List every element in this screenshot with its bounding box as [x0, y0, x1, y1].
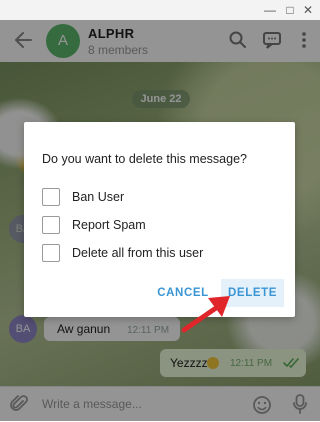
- checkbox-box[interactable]: [42, 216, 60, 234]
- delete-message-dialog: Do you want to delete this message? Ban …: [24, 122, 295, 317]
- annotation-arrow-icon: [181, 296, 230, 333]
- ban-user-checkbox[interactable]: Ban User: [42, 188, 282, 206]
- maximize-icon[interactable]: □: [282, 2, 298, 18]
- minimize-icon[interactable]: —: [262, 2, 278, 18]
- checkbox-label: Ban User: [72, 190, 125, 204]
- report-spam-checkbox[interactable]: Report Spam: [42, 216, 282, 234]
- checkbox-box[interactable]: [42, 188, 60, 206]
- dialog-title: Do you want to delete this message?: [42, 152, 247, 166]
- window-titlebar: — □ ✕: [0, 0, 320, 21]
- checkbox-box[interactable]: [42, 244, 60, 262]
- checkbox-label: Delete all from this user: [72, 246, 204, 260]
- delete-all-checkbox[interactable]: Delete all from this user: [42, 244, 282, 262]
- checkbox-label: Report Spam: [72, 218, 146, 232]
- close-icon[interactable]: ✕: [300, 2, 316, 18]
